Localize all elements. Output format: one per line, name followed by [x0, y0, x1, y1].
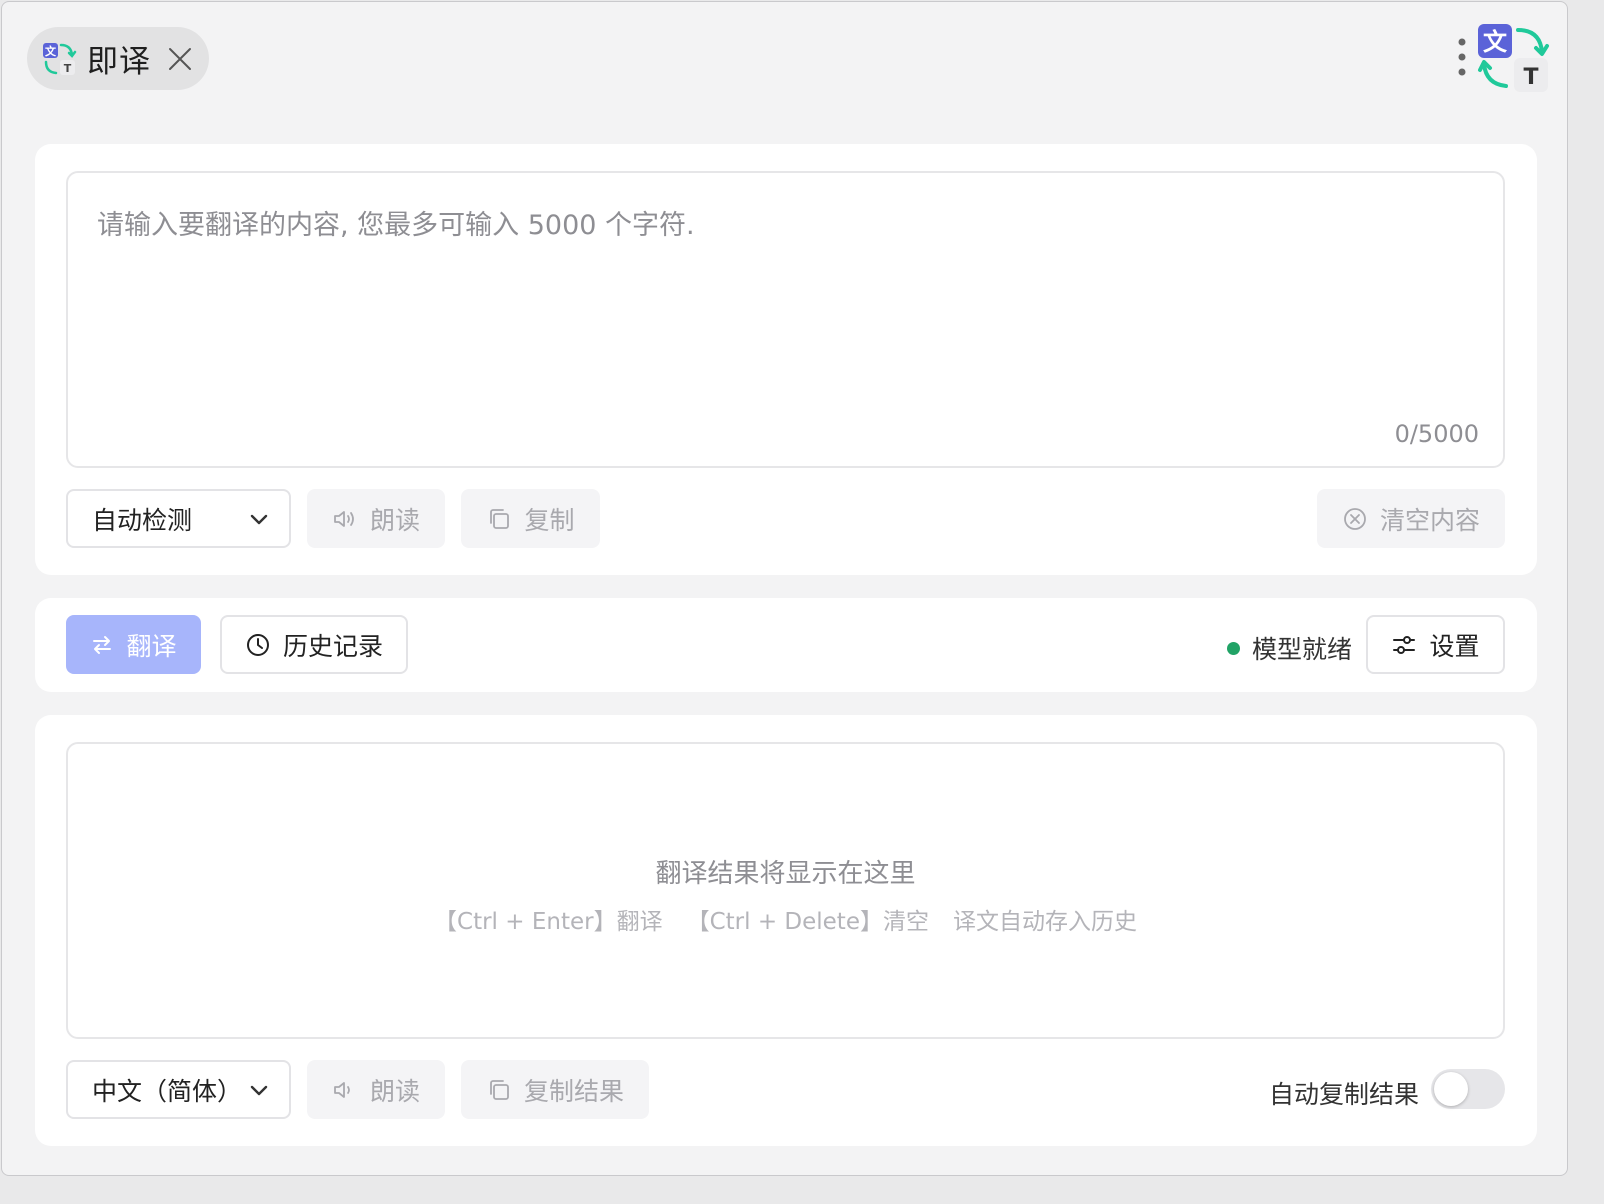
- input-card: 请输入要翻译的内容, 您最多可输入 5000 个字符. 0/5000 自动检测 …: [35, 144, 1537, 575]
- swap-arrows-icon: [93, 635, 112, 654]
- read-source-label: 朗读: [369, 505, 420, 535]
- source-text-input[interactable]: 请输入要翻译的内容, 您最多可输入 5000 个字符. 0/5000: [66, 171, 1505, 468]
- auto-copy-label: 自动复制结果: [1269, 1080, 1420, 1109]
- source-language-value: 自动检测: [92, 505, 193, 535]
- read-source-button[interactable]: 朗读: [307, 489, 445, 548]
- app-tab-title: 即译: [87, 44, 151, 80]
- copy-result-button[interactable]: 复制结果: [461, 1060, 649, 1119]
- shortcut-hints: 【Ctrl + Enter】翻译 【Ctrl + Delete】清空 译文自动存…: [68, 902, 1503, 936]
- chevron-down-icon: [250, 1085, 268, 1096]
- translate-label: 翻译: [126, 631, 177, 661]
- translate-app-icon: 文 T: [43, 42, 77, 75]
- more-vertical-icon[interactable]: [1452, 32, 1476, 82]
- translate-button[interactable]: 翻译: [66, 615, 201, 674]
- model-status: 模型就绪: [1227, 630, 1352, 666]
- clear-content-label: 清空内容: [1379, 505, 1480, 535]
- clear-content-button[interactable]: 清空内容: [1317, 489, 1505, 548]
- svg-text:T: T: [64, 62, 72, 75]
- read-result-button[interactable]: 朗读: [307, 1060, 445, 1119]
- action-toolbar: 翻译 历史记录 模型就绪 设置: [35, 598, 1537, 692]
- hint-clear: 【Ctrl + Delete】清空: [686, 909, 929, 935]
- settings-label: 设置: [1429, 631, 1480, 661]
- copy-icon: [490, 508, 510, 529]
- source-language-select[interactable]: 自动检测: [66, 489, 291, 548]
- char-counter: 0/5000: [1394, 420, 1479, 448]
- svg-text:文: 文: [45, 44, 57, 58]
- auto-copy-toggle[interactable]: [1431, 1069, 1505, 1109]
- target-language-value: 中文（简体）: [92, 1076, 243, 1106]
- clear-circle-icon: [1344, 507, 1366, 530]
- app-tab[interactable]: 文 T 即译: [27, 27, 209, 90]
- copy-source-button[interactable]: 复制: [461, 489, 600, 548]
- speaker-icon: [334, 510, 354, 527]
- sliders-icon: [1393, 635, 1416, 654]
- model-status-text: 模型就绪: [1252, 635, 1353, 664]
- svg-text:T: T: [1523, 65, 1538, 90]
- clock-icon: [246, 633, 269, 656]
- result-empty-title: 翻译结果将显示在这里: [655, 859, 916, 889]
- history-button[interactable]: 历史记录: [220, 615, 408, 674]
- translation-result-area: 翻译结果将显示在这里 【Ctrl + Enter】翻译 【Ctrl + Dele…: [66, 742, 1505, 1039]
- copy-source-label: 复制: [524, 505, 575, 535]
- history-label: 历史记录: [282, 631, 383, 661]
- close-icon[interactable]: [165, 44, 195, 74]
- read-result-label: 朗读: [369, 1076, 420, 1106]
- hint-history: 译文自动存入历史: [952, 909, 1137, 935]
- copy-result-label: 复制结果: [523, 1076, 624, 1106]
- status-dot: [1227, 641, 1240, 655]
- translator-window: 文 T 即译 文 T 请输入要翻译的内容, 您最多可输入 5000 个字符. 0…: [1, 1, 1568, 1176]
- target-language-select[interactable]: 中文（简体）: [66, 1060, 291, 1119]
- toggle-knob: [1434, 1072, 1468, 1106]
- hint-translate: 【Ctrl + Enter】翻译: [434, 909, 663, 935]
- source-text-placeholder: 请输入要翻译的内容, 您最多可输入 5000 个字符.: [97, 210, 695, 241]
- settings-button[interactable]: 设置: [1366, 615, 1505, 674]
- speaker-icon: [334, 1081, 350, 1098]
- translate-logo-icon: 文 T: [1478, 24, 1549, 92]
- output-card: 翻译结果将显示在这里 【Ctrl + Enter】翻译 【Ctrl + Dele…: [35, 715, 1537, 1146]
- chevron-down-icon: [250, 514, 268, 525]
- svg-text:文: 文: [1483, 28, 1508, 56]
- copy-icon: [490, 1079, 509, 1100]
